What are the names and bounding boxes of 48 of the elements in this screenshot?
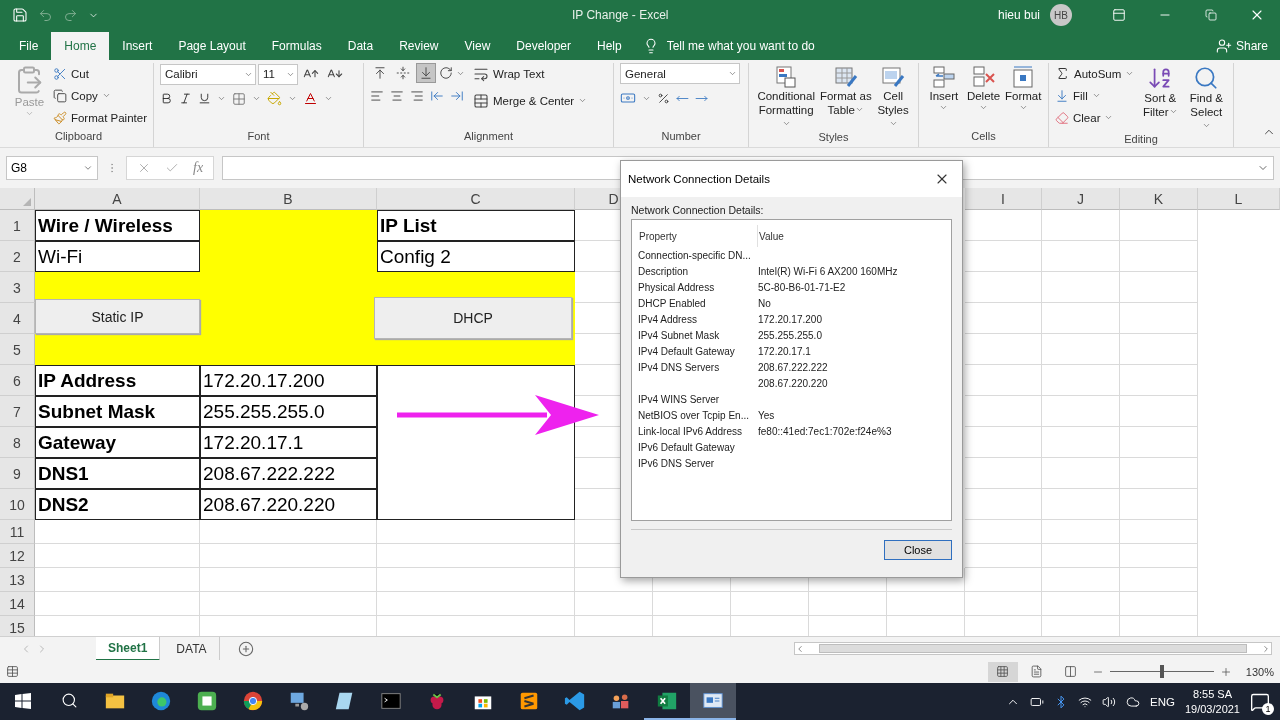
property-name: IPv4 DNS Servers [638, 361, 721, 373]
property-value: 208.67.220.220 [758, 377, 829, 389]
property-value: Yes [758, 409, 776, 421]
sheet-cell: DNS1 [35, 458, 200, 489]
property-name: IPv4 WINS Server [638, 393, 721, 405]
property-value: 172.20.17.200 [758, 313, 823, 325]
property-value: 5C-80-B6-01-71-E2 [758, 281, 847, 293]
sheet-cell: 208.67.222.222 [200, 458, 377, 489]
window-title: IP Change - Excel [572, 8, 670, 22]
property-name: DHCP Enabled [638, 297, 707, 309]
sheet-cell: IP Address [35, 365, 200, 396]
property-value: Intel(R) Wi-Fi 6 AX200 160MHz [758, 265, 899, 277]
sheet-cell: 172.20.17.1 [200, 427, 377, 458]
group-label: Number [660, 130, 702, 144]
property-value: 255.255.255.0 [758, 329, 823, 341]
property-value: No [758, 297, 772, 309]
property-name: Description [638, 265, 690, 277]
sheet-cell: DNS2 [35, 489, 200, 520]
property-name: IPv4 Subnet Mask [638, 329, 721, 341]
group-label: Styles [817, 131, 850, 145]
property-name: Connection-specific DN... [638, 249, 752, 261]
sheet-cell: Gateway [35, 427, 200, 458]
group-label: Cells [970, 130, 997, 144]
group-label: Clipboard [53, 130, 104, 144]
notification-count: 1 [1262, 702, 1274, 715]
property-value: 208.67.222.222 [758, 361, 829, 373]
sheet-cell: 255.255.255.0 [200, 396, 377, 427]
property-name: IPv6 DNS Server [638, 457, 716, 469]
group-label: Font [246, 130, 271, 144]
property-name: IPv4 Address [638, 313, 698, 325]
sheet-cell: Subnet Mask [35, 396, 200, 427]
dialog-title: Network Connection Details [628, 173, 770, 185]
sheet-cell: Wire / Wireless [35, 210, 200, 241]
sheet-cell: 208.67.220.220 [200, 489, 377, 520]
sheet-cell: Wi-Fi [35, 241, 200, 272]
sheet-cell: 172.20.17.200 [200, 365, 377, 396]
user-name: hieu bui [997, 8, 1040, 22]
group-label: Editing [1123, 133, 1159, 147]
property-name: IPv6 Default Gateway [638, 441, 736, 453]
sheet-cell: Config 2 [377, 241, 575, 272]
property-value: fe80::41ed:7ec1:702e:f24e%3 [758, 425, 893, 437]
property-name: NetBIOS over Tcpip En... [638, 409, 750, 421]
property-name: Physical Address [638, 281, 716, 293]
property-value: 172.20.17.1 [758, 345, 812, 357]
sheet-cell: IP List [377, 210, 575, 241]
group-label: Alignment [463, 130, 514, 144]
property-name: IPv4 Default Gateway [638, 345, 736, 357]
property-name: Link-local IPv6 Address [638, 425, 743, 437]
